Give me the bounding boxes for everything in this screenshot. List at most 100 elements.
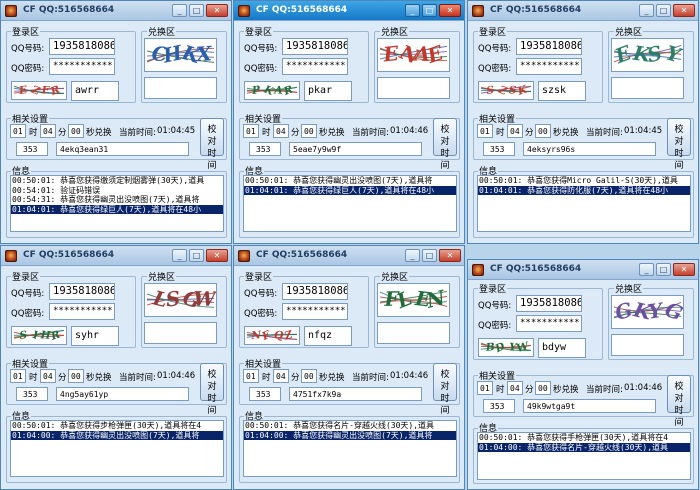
count-input[interactable]: 353 xyxy=(249,142,281,156)
captcha-input[interactable]: syhr xyxy=(71,326,119,346)
log-line[interactable]: 00:50:01: 恭喜您获得缴须定制烟雾弹(30天),道具 xyxy=(11,176,223,186)
redeem-captcha-input[interactable] xyxy=(377,77,450,99)
qq-number-input[interactable]: 1935818086 xyxy=(282,38,348,55)
minimize-icon[interactable]: _ xyxy=(172,4,187,17)
log-line[interactable]: 01:04:01: 恭喜您获得绿巨人(7天),道具将在48小 xyxy=(11,204,223,214)
captcha-input[interactable]: bdyw xyxy=(538,338,586,358)
second-input[interactable]: 00 xyxy=(68,124,84,138)
second-input[interactable]: 00 xyxy=(68,369,84,383)
qq-number-input[interactable]: 1935818086 xyxy=(282,283,348,300)
title-bar[interactable]: CF QQ:516568664 _ □ ✕ xyxy=(234,246,464,266)
code-input[interactable]: 4eksyrs96s xyxy=(523,142,656,156)
info-log[interactable]: 00:50:01: 恭喜您获得名片-穿越火线(30天),道具 01:04:00: … xyxy=(243,420,457,477)
count-input[interactable]: 353 xyxy=(249,387,281,401)
info-log[interactable]: 00:50:01: 恭喜您获得缴须定制烟雾弹(30天),道具 00:54:01: … xyxy=(10,175,224,232)
title-bar[interactable]: CF QQ:516568664 _ □ ✕ xyxy=(1,246,231,266)
close-icon[interactable]: ✕ xyxy=(206,4,228,17)
calibrate-time-button[interactable]: 校对时间 xyxy=(200,363,224,416)
minute-input[interactable]: 04 xyxy=(273,369,289,383)
close-icon[interactable]: ✕ xyxy=(673,4,695,17)
maximize-icon[interactable]: □ xyxy=(656,4,671,17)
minimize-icon[interactable]: _ xyxy=(639,263,654,276)
title-bar[interactable]: CF QQ:516568664 _ □ ✕ xyxy=(468,260,698,280)
minimize-icon[interactable]: _ xyxy=(405,4,420,17)
title-bar[interactable]: CF QQ:516568664 _ □ ✕ xyxy=(468,1,698,21)
hour-input[interactable]: 01 xyxy=(243,124,259,138)
maximize-icon[interactable]: □ xyxy=(189,249,204,262)
maximize-icon[interactable]: □ xyxy=(422,249,437,262)
hour-input[interactable]: 01 xyxy=(477,124,493,138)
log-line[interactable]: 01:04:01: 恭喜您获得绿巨人(7天),道具将在48小 xyxy=(244,185,456,195)
log-line[interactable]: 01:04:00: 恭喜您获得幽灵出没喷图(7天),道具将 xyxy=(11,430,223,440)
log-line[interactable]: 01:04:01: 恭喜您获得防化服(7天),道具将在48小 xyxy=(478,185,690,195)
redeem-captcha-input[interactable] xyxy=(144,322,217,344)
info-log[interactable]: 00:50:01: 恭喜您获得Micro Galil-S(30天),道具 01:0… xyxy=(477,175,691,232)
second-input[interactable]: 00 xyxy=(301,124,317,138)
calibrate-time-button[interactable]: 校对时间 xyxy=(667,118,691,171)
qq-password-input[interactable]: *********** xyxy=(282,303,348,320)
qq-number-input[interactable]: 1935818086 xyxy=(516,38,582,55)
info-log[interactable]: 00:50:01: 恭喜您获得步枪弹匣(30天),道具将在4 01:04:00: … xyxy=(10,420,224,477)
redeem-captcha-input[interactable] xyxy=(377,322,450,344)
log-line[interactable]: 01:04:00: 恭喜您获得幽灵出没喷图(7天),道具将 xyxy=(244,430,456,440)
title-bar[interactable]: CF QQ:516568664 _ □ ✕ xyxy=(234,1,464,21)
hour-input[interactable]: 01 xyxy=(10,124,26,138)
calibrate-time-button[interactable]: 校对时间 xyxy=(433,118,457,171)
captcha-input[interactable]: nfqz xyxy=(304,326,352,346)
qq-password-input[interactable]: *********** xyxy=(49,58,115,75)
minute-input[interactable]: 04 xyxy=(507,381,523,395)
qq-password-input[interactable]: *********** xyxy=(516,315,582,332)
close-icon[interactable]: ✕ xyxy=(439,4,461,17)
title-bar[interactable]: CF QQ:516568664 _ □ ✕ xyxy=(1,1,231,21)
minimize-icon[interactable]: _ xyxy=(172,249,187,262)
close-icon[interactable]: ✕ xyxy=(206,249,228,262)
info-log[interactable]: 00:50:01: 恭喜您获得幽灵出没喷图(7天),道具将 01:04:01: 恭… xyxy=(243,175,457,232)
code-input[interactable]: 4751fx7k9a xyxy=(289,387,422,401)
redeem-captcha-input[interactable] xyxy=(611,334,684,356)
hour-input[interactable]: 01 xyxy=(477,381,493,395)
log-line[interactable]: 00:54:01: 验证码错误 xyxy=(11,186,223,196)
code-input[interactable]: 5eae7y9w9f xyxy=(289,142,422,156)
hour-input[interactable]: 01 xyxy=(10,369,26,383)
calibrate-time-button[interactable]: 校对时间 xyxy=(433,363,457,416)
redeem-captcha-input[interactable] xyxy=(611,77,684,99)
qq-number-input[interactable]: 1935818086 xyxy=(516,295,582,312)
captcha-input[interactable]: awrr xyxy=(71,81,119,101)
count-input[interactable]: 353 xyxy=(483,399,515,413)
second-input[interactable]: 00 xyxy=(535,381,551,395)
log-line[interactable]: 01:04:00: 恭喜您获得名片-穿越火线(30天),道具 xyxy=(478,442,690,452)
calibrate-time-button[interactable]: 校对时间 xyxy=(200,118,224,171)
maximize-icon[interactable]: □ xyxy=(422,4,437,17)
qq-password-input[interactable]: *********** xyxy=(49,303,115,320)
minimize-icon[interactable]: _ xyxy=(405,249,420,262)
second-input[interactable]: 00 xyxy=(535,124,551,138)
calibrate-time-button[interactable]: 校对时间 xyxy=(667,375,691,428)
minute-input[interactable]: 04 xyxy=(40,124,56,138)
code-input[interactable]: 4ekq3ean31 xyxy=(56,142,189,156)
log-line[interactable]: 00:50:01: 恭喜您获得Micro Galil-S(30天),道具 xyxy=(478,176,690,186)
log-line[interactable]: 00:50:01: 恭喜您获得幽灵出没喷图(7天),道具将 xyxy=(244,176,456,186)
close-icon[interactable]: ✕ xyxy=(673,263,695,276)
minute-input[interactable]: 04 xyxy=(40,369,56,383)
code-input[interactable]: 4ng5ay61yp xyxy=(56,387,189,401)
maximize-icon[interactable]: □ xyxy=(656,263,671,276)
count-input[interactable]: 353 xyxy=(16,387,48,401)
qq-number-input[interactable]: 1935818086 xyxy=(49,38,115,55)
captcha-input[interactable]: szsk xyxy=(538,81,586,101)
qq-password-input[interactable]: *********** xyxy=(516,58,582,75)
maximize-icon[interactable]: □ xyxy=(189,4,204,17)
log-line[interactable]: 00:54:31: 恭喜您获得幽灵出没喷图(7天),道具将 xyxy=(11,195,223,205)
close-icon[interactable]: ✕ xyxy=(439,249,461,262)
log-line[interactable]: 00:50:01: 恭喜您获得名片-穿越火线(30天),道具 xyxy=(244,421,456,431)
captcha-input[interactable]: pkar xyxy=(304,81,352,101)
minute-input[interactable]: 04 xyxy=(273,124,289,138)
second-input[interactable]: 00 xyxy=(301,369,317,383)
log-line[interactable]: 00:50:01: 恭喜您获得手枪弹匣(30天),道具将在4 xyxy=(478,433,690,443)
count-input[interactable]: 353 xyxy=(16,142,48,156)
code-input[interactable]: 49k9wtga9t xyxy=(523,399,656,413)
hour-input[interactable]: 01 xyxy=(243,369,259,383)
qq-password-input[interactable]: *********** xyxy=(282,58,348,75)
redeem-captcha-input[interactable] xyxy=(144,77,217,99)
minimize-icon[interactable]: _ xyxy=(639,4,654,17)
qq-number-input[interactable]: 1935818086 xyxy=(49,283,115,300)
